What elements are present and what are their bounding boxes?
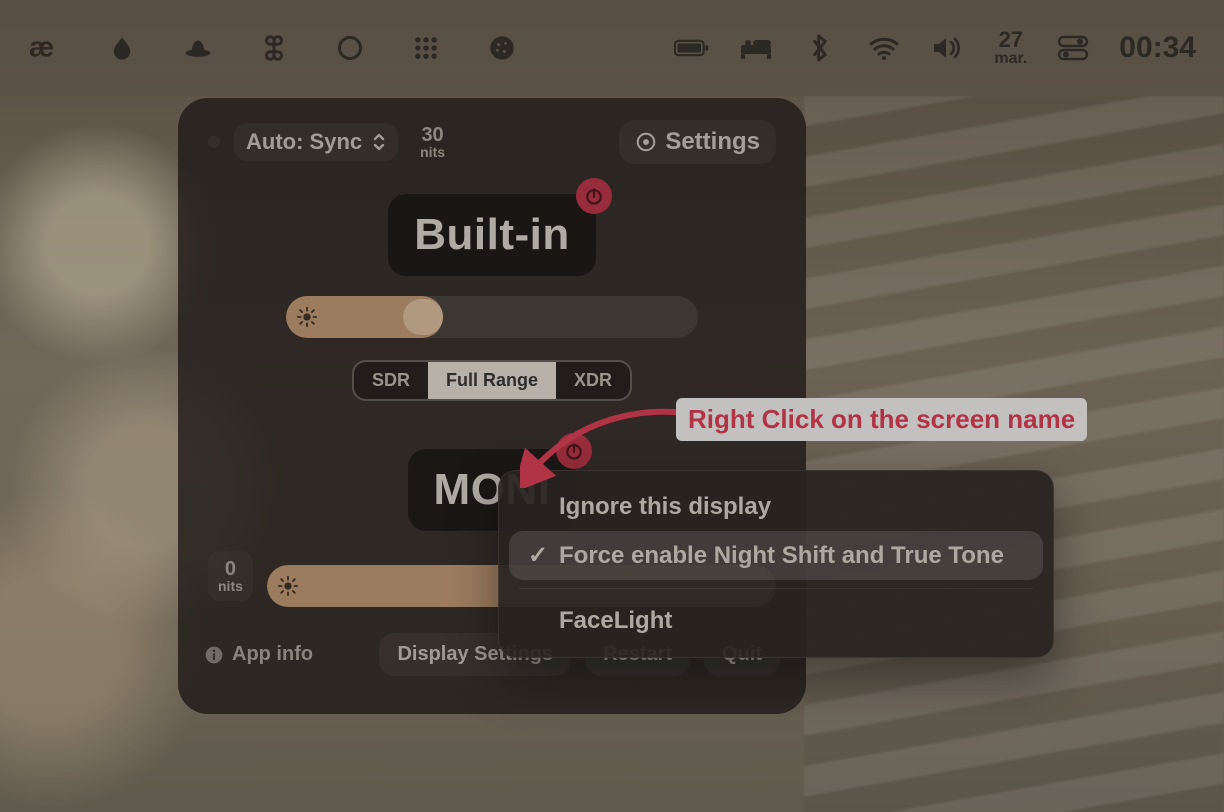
menubar-date[interactable]: 27 mar. xyxy=(994,29,1027,67)
seg-xdr[interactable]: XDR xyxy=(556,362,630,399)
ctx-separator xyxy=(519,588,1033,589)
traffic-light-dot[interactable] xyxy=(208,136,220,148)
wifi-icon[interactable] xyxy=(866,30,902,66)
app-info-label: App info xyxy=(232,643,313,666)
hat-icon[interactable] xyxy=(180,30,216,66)
mode-label: Auto: Sync xyxy=(246,129,362,155)
background-blinds xyxy=(804,96,1224,812)
nits-value: 30 xyxy=(421,125,443,145)
annotation-label: Right Click on the screen name xyxy=(676,398,1087,441)
nits-unit: nits xyxy=(420,145,445,159)
seg-sdr[interactable]: SDR xyxy=(354,362,428,399)
ctx-item-label: Ignore this display xyxy=(559,493,771,521)
checkmark-icon: ✓ xyxy=(527,541,549,570)
power-badge[interactable] xyxy=(576,178,612,214)
brightness-slider-builtin[interactable] xyxy=(286,296,698,338)
info-icon xyxy=(204,645,224,665)
display-name-chip[interactable]: Built-in xyxy=(388,194,596,276)
bluetooth-icon[interactable] xyxy=(802,30,838,66)
display-name: Built-in xyxy=(414,210,570,260)
grid-dots-icon[interactable] xyxy=(408,30,444,66)
settings-button[interactable]: Settings xyxy=(619,120,776,164)
nits-value: 0 xyxy=(225,559,236,579)
sun-icon xyxy=(277,575,299,597)
seg-full-range[interactable]: Full Range xyxy=(428,362,556,399)
battery-icon[interactable] xyxy=(674,30,710,66)
volume-icon[interactable] xyxy=(930,30,966,66)
menubar-date-sub: mar. xyxy=(994,51,1027,67)
ctx-item-label: FaceLight xyxy=(559,607,672,635)
mode-selector[interactable]: Auto: Sync xyxy=(234,123,398,161)
chevron-up-down-icon xyxy=(372,131,386,153)
nits-unit: nits xyxy=(218,579,243,593)
nits-readout-monitor: 0 nits xyxy=(208,551,253,601)
svg-text:æ: æ xyxy=(29,32,54,64)
ctx-item-facelight[interactable]: FaceLight xyxy=(509,597,1043,645)
ctx-item-ignore-display[interactable]: Ignore this display xyxy=(509,483,1043,531)
app-info-button[interactable]: App info xyxy=(204,643,313,666)
ctx-item-force-night-shift[interactable]: ✓ Force enable Night Shift and True Tone xyxy=(509,531,1043,580)
range-segmented-control[interactable]: SDR Full Range XDR xyxy=(352,360,632,401)
menubar-time[interactable]: 00:34 xyxy=(1119,31,1196,65)
sun-icon xyxy=(296,306,318,328)
annotation-arrow xyxy=(520,398,700,488)
circle-icon[interactable] xyxy=(332,30,368,66)
display-block-builtin: Built-in SDR Full Range XDR xyxy=(198,194,786,401)
drop-icon[interactable] xyxy=(104,30,140,66)
gear-icon xyxy=(635,131,657,153)
menubar-left: æ xyxy=(28,30,520,66)
ctx-item-label: Force enable Night Shift and True Tone xyxy=(559,542,1004,570)
panel-header: Auto: Sync 30 nits Settings xyxy=(198,116,786,168)
settings-label: Settings xyxy=(665,128,760,156)
ae-ligature-icon[interactable]: æ xyxy=(28,30,64,66)
menubar-right: 27 mar. 00:34 xyxy=(674,29,1196,67)
menubar-date-day: 27 xyxy=(999,29,1023,51)
command-icon[interactable] xyxy=(256,30,292,66)
control-center-icon[interactable] xyxy=(1055,30,1091,66)
bed-icon[interactable] xyxy=(738,30,774,66)
context-menu[interactable]: Ignore this display ✓ Force enable Night… xyxy=(498,470,1054,658)
power-icon xyxy=(584,186,604,206)
cookie-icon[interactable] xyxy=(484,30,520,66)
menubar: æ 27 mar. 00:34 xyxy=(0,0,1224,96)
nits-readout: 30 nits xyxy=(420,125,445,159)
